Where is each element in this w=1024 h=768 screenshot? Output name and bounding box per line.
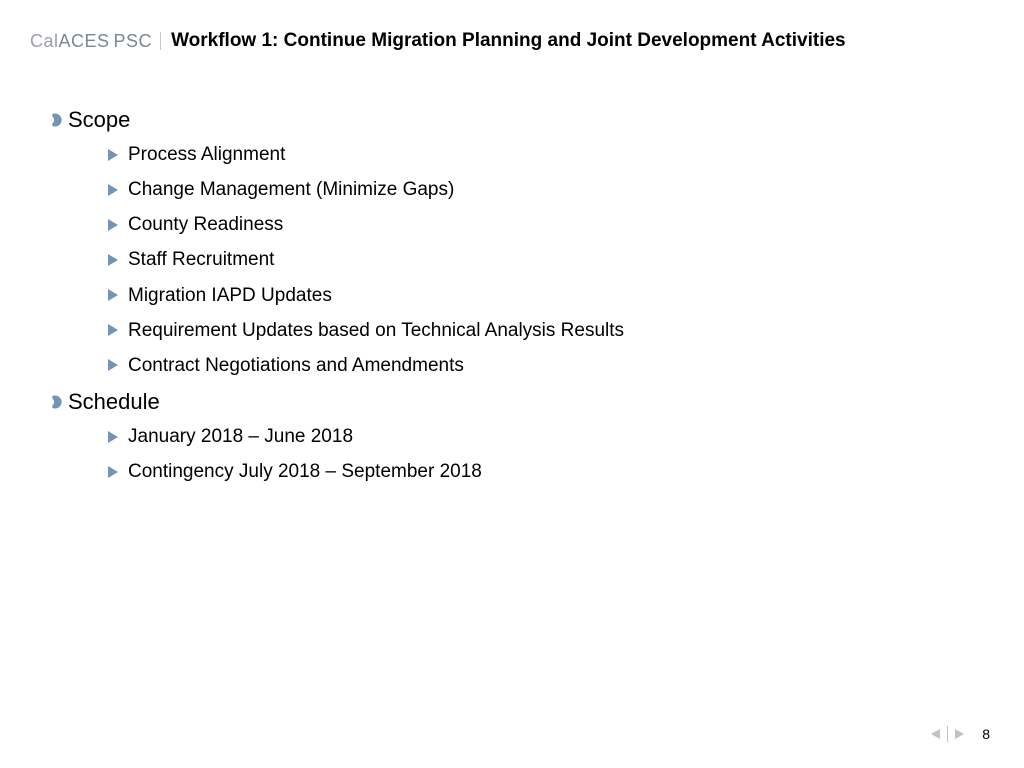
triangle-bullet-icon bbox=[108, 289, 118, 301]
nav-separator bbox=[947, 726, 948, 742]
list-item-text: Contract Negotiations and Amendments bbox=[128, 348, 464, 383]
triangle-bullet-icon bbox=[108, 466, 118, 478]
slide-title: Workflow 1: Continue Migration Planning … bbox=[171, 30, 846, 52]
triangle-bullet-icon bbox=[108, 149, 118, 161]
arrow-right-icon bbox=[48, 393, 66, 411]
list-item-text: Change Management (Minimize Gaps) bbox=[128, 172, 454, 207]
triangle-bullet-icon bbox=[108, 431, 118, 443]
logo-part-3: PSC bbox=[114, 32, 153, 50]
list-item: County Readiness bbox=[108, 207, 984, 242]
slide-nav bbox=[931, 726, 964, 742]
list-item-text: Contingency July 2018 – September 2018 bbox=[128, 454, 482, 489]
section-heading: Schedule bbox=[48, 389, 984, 415]
slide: Cal ACES PSC Workflow 1: Continue Migrat… bbox=[0, 0, 1024, 768]
triangle-bullet-icon bbox=[108, 324, 118, 336]
list-item: Contingency July 2018 – September 2018 bbox=[108, 454, 984, 489]
triangle-bullet-icon bbox=[108, 219, 118, 231]
list-item: Migration IAPD Updates bbox=[108, 278, 984, 313]
logo-part-2: ACES bbox=[59, 32, 110, 50]
section-scope: Scope Process Alignment Change Managemen… bbox=[48, 107, 984, 383]
arrow-right-icon bbox=[48, 111, 66, 129]
list-item: January 2018 – June 2018 bbox=[108, 419, 984, 454]
slide-content: Scope Process Alignment Change Managemen… bbox=[30, 107, 984, 489]
slide-footer: 8 bbox=[931, 726, 990, 742]
section-items: January 2018 – June 2018 Contingency Jul… bbox=[48, 419, 984, 489]
logo: Cal ACES PSC bbox=[30, 32, 161, 50]
triangle-bullet-icon bbox=[108, 359, 118, 371]
list-item-text: Staff Recruitment bbox=[128, 242, 274, 277]
list-item: Contract Negotiations and Amendments bbox=[108, 348, 984, 383]
list-item: Requirement Updates based on Technical A… bbox=[108, 313, 984, 348]
logo-part-1: Cal bbox=[30, 32, 59, 50]
section-heading-text: Scope bbox=[68, 107, 130, 133]
section-schedule: Schedule January 2018 – June 2018 Contin… bbox=[48, 389, 984, 489]
slide-header: Cal ACES PSC Workflow 1: Continue Migrat… bbox=[30, 30, 984, 52]
list-item-text: Requirement Updates based on Technical A… bbox=[128, 313, 624, 348]
triangle-bullet-icon bbox=[108, 184, 118, 196]
section-heading-text: Schedule bbox=[68, 389, 160, 415]
list-item-text: January 2018 – June 2018 bbox=[128, 419, 353, 454]
section-heading: Scope bbox=[48, 107, 984, 133]
list-item-text: County Readiness bbox=[128, 207, 283, 242]
list-item: Change Management (Minimize Gaps) bbox=[108, 172, 984, 207]
section-items: Process Alignment Change Management (Min… bbox=[48, 137, 984, 383]
list-item-text: Process Alignment bbox=[128, 137, 285, 172]
list-item: Staff Recruitment bbox=[108, 242, 984, 277]
list-item-text: Migration IAPD Updates bbox=[128, 278, 332, 313]
list-item: Process Alignment bbox=[108, 137, 984, 172]
page-number: 8 bbox=[982, 726, 990, 742]
prev-slide-icon[interactable] bbox=[931, 729, 940, 739]
triangle-bullet-icon bbox=[108, 254, 118, 266]
next-slide-icon[interactable] bbox=[955, 729, 964, 739]
